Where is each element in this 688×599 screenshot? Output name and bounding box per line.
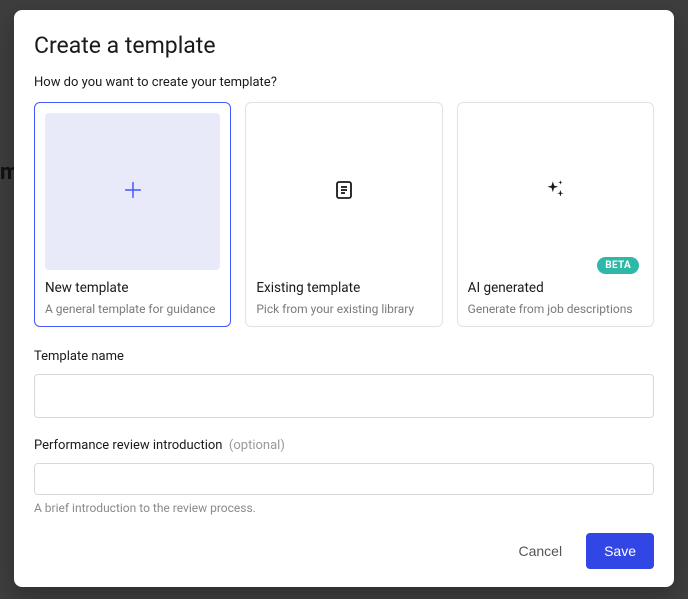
template-options: New template A general template for guid… (34, 102, 654, 327)
beta-badge: BETA (597, 257, 639, 274)
create-template-modal: Create a template How do you want to cre… (14, 10, 674, 587)
plus-icon (122, 179, 144, 205)
option-subtitle: Pick from your existing library (256, 302, 431, 316)
template-name-label: Template name (34, 349, 654, 364)
option-canvas (468, 113, 643, 270)
modal-prompt: How do you want to create your template? (34, 75, 654, 90)
option-new-template[interactable]: New template A general template for guid… (34, 102, 231, 327)
option-existing-template[interactable]: Existing template Pick from your existin… (245, 102, 442, 327)
template-name-input[interactable] (34, 374, 654, 418)
option-title: AI generated (468, 280, 643, 296)
optional-hint: (optional) (229, 438, 285, 453)
save-button[interactable]: Save (586, 533, 654, 569)
option-subtitle: A general template for guidance (45, 302, 220, 316)
background-fragment: m (0, 158, 14, 188)
option-subtitle: Generate from job descriptions (468, 302, 643, 316)
option-canvas (45, 113, 220, 270)
intro-label-text: Performance review introduction (34, 438, 222, 453)
intro-textarea[interactable] (34, 463, 654, 495)
cancel-button[interactable]: Cancel (512, 535, 568, 567)
option-title: Existing template (256, 280, 431, 296)
sparkle-icon (542, 177, 568, 207)
option-title: New template (45, 280, 220, 296)
intro-label: Performance review introduction (optiona… (34, 438, 654, 453)
option-canvas (256, 113, 431, 270)
document-icon (332, 178, 356, 206)
option-ai-generated[interactable]: BETA AI generated Generate from job desc… (457, 102, 654, 327)
modal-footer: Cancel Save (34, 533, 654, 569)
modal-title: Create a template (34, 32, 654, 59)
intro-helper: A brief introduction to the review proce… (34, 501, 654, 515)
